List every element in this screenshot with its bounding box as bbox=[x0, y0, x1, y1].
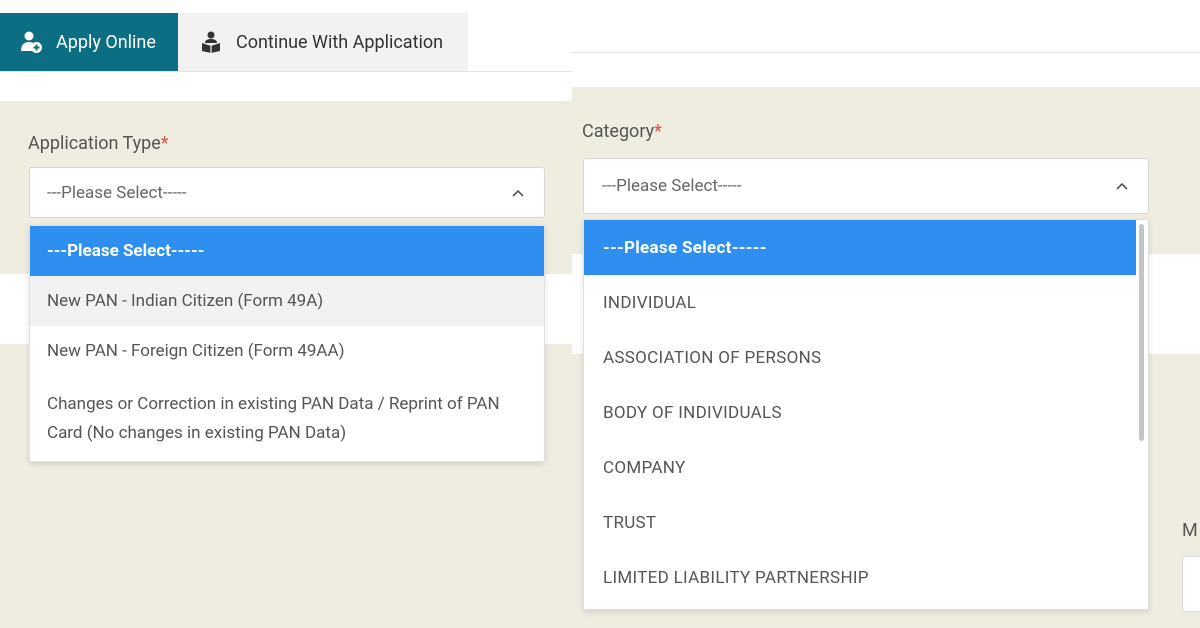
dropdown-scrollbar[interactable] bbox=[1139, 224, 1144, 441]
tab-apply-online-label: Apply Online bbox=[56, 31, 156, 53]
partial-field-label: M bbox=[1182, 520, 1198, 541]
application-type-selected-value: ---Please Select----- bbox=[47, 182, 187, 203]
header-divider bbox=[572, 52, 1200, 53]
category-label: Category* bbox=[582, 121, 662, 142]
application-type-option[interactable]: Changes or Correction in existing PAN Da… bbox=[30, 376, 544, 462]
category-dropdown: ---Please Select----- INDIVIDUAL ASSOCIA… bbox=[583, 219, 1149, 610]
tab-continue-application[interactable]: Continue With Application bbox=[178, 13, 468, 71]
left-panel: Apply Online Continue With Application A… bbox=[0, 0, 572, 628]
category-selected-value: ---Please Select----- bbox=[602, 176, 742, 196]
category-option[interactable]: TRUST bbox=[584, 495, 1148, 550]
category-option[interactable]: ASSOCIATION OF PERSONS bbox=[584, 330, 1148, 385]
category-option[interactable]: ---Please Select----- bbox=[584, 220, 1136, 275]
right-panel: Category* ---Please Select----- ---Pleas… bbox=[572, 0, 1200, 628]
application-type-option[interactable]: New PAN - Indian Citizen (Form 49A) bbox=[30, 276, 544, 326]
partial-field-input[interactable] bbox=[1182, 556, 1200, 612]
tab-divider bbox=[0, 71, 572, 72]
tab-continue-application-label: Continue With Application bbox=[236, 31, 444, 53]
required-mark: * bbox=[160, 133, 169, 154]
person-reading-icon bbox=[198, 29, 224, 55]
application-type-select[interactable]: ---Please Select----- bbox=[29, 167, 545, 218]
tab-apply-online[interactable]: Apply Online bbox=[0, 13, 178, 71]
user-plus-icon bbox=[18, 29, 44, 55]
category-label-text: Category bbox=[582, 121, 655, 142]
category-option[interactable]: COMPANY bbox=[584, 440, 1148, 495]
application-type-option[interactable]: New PAN - Foreign Citizen (Form 49AA) bbox=[30, 326, 544, 376]
category-select[interactable]: ---Please Select----- bbox=[583, 158, 1149, 214]
required-mark: * bbox=[654, 121, 662, 142]
chevron-up-icon bbox=[1116, 178, 1128, 194]
tab-bar: Apply Online Continue With Application bbox=[0, 13, 468, 71]
application-type-label-text: Application Type bbox=[28, 133, 161, 154]
application-type-label: Application Type* bbox=[28, 133, 169, 154]
application-type-dropdown: ---Please Select----- New PAN - Indian C… bbox=[29, 225, 545, 462]
category-option[interactable]: INDIVIDUAL bbox=[584, 275, 1148, 330]
chevron-up-icon bbox=[512, 185, 524, 201]
application-type-option[interactable]: ---Please Select----- bbox=[30, 226, 544, 276]
category-option[interactable]: BODY OF INDIVIDUALS bbox=[584, 385, 1148, 440]
category-option[interactable]: LIMITED LIABILITY PARTNERSHIP bbox=[584, 550, 1148, 605]
